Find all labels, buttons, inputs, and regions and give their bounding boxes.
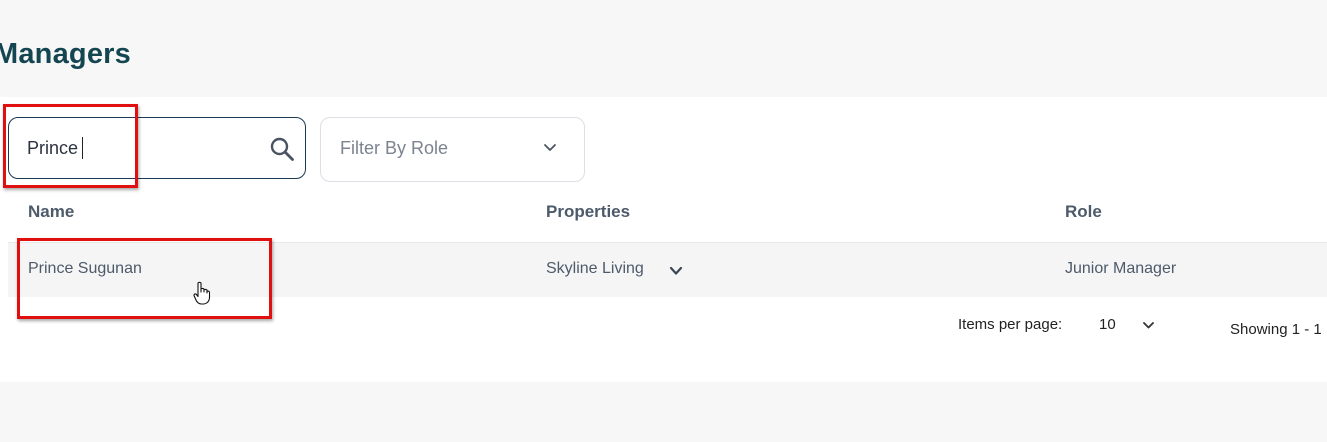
items-per-page-label: Items per page: bbox=[958, 316, 1063, 333]
column-header-properties[interactable]: Properties bbox=[546, 202, 630, 222]
manager-role: Junior Manager bbox=[1065, 260, 1177, 277]
pagination-range-text: Showing 1 - 1 bbox=[1230, 321, 1322, 338]
page-title: Managers bbox=[0, 38, 131, 70]
search-icon[interactable] bbox=[269, 136, 295, 162]
chevron-down-icon[interactable] bbox=[1141, 318, 1156, 333]
property-name: Skyline Living bbox=[546, 260, 644, 277]
search-highlight-box bbox=[3, 104, 138, 188]
role-filter-placeholder: Filter By Role bbox=[340, 138, 449, 158]
properties-expand-chevron-icon[interactable] bbox=[668, 263, 684, 279]
items-per-page-select[interactable]: 10 bbox=[1099, 316, 1116, 333]
role-filter-select[interactable]: Filter By Role bbox=[320, 117, 585, 182]
result-highlight-box bbox=[17, 238, 272, 319]
chevron-down-icon bbox=[544, 144, 556, 151]
column-header-role[interactable]: Role bbox=[1065, 202, 1102, 222]
column-header-name[interactable]: Name bbox=[28, 202, 74, 222]
